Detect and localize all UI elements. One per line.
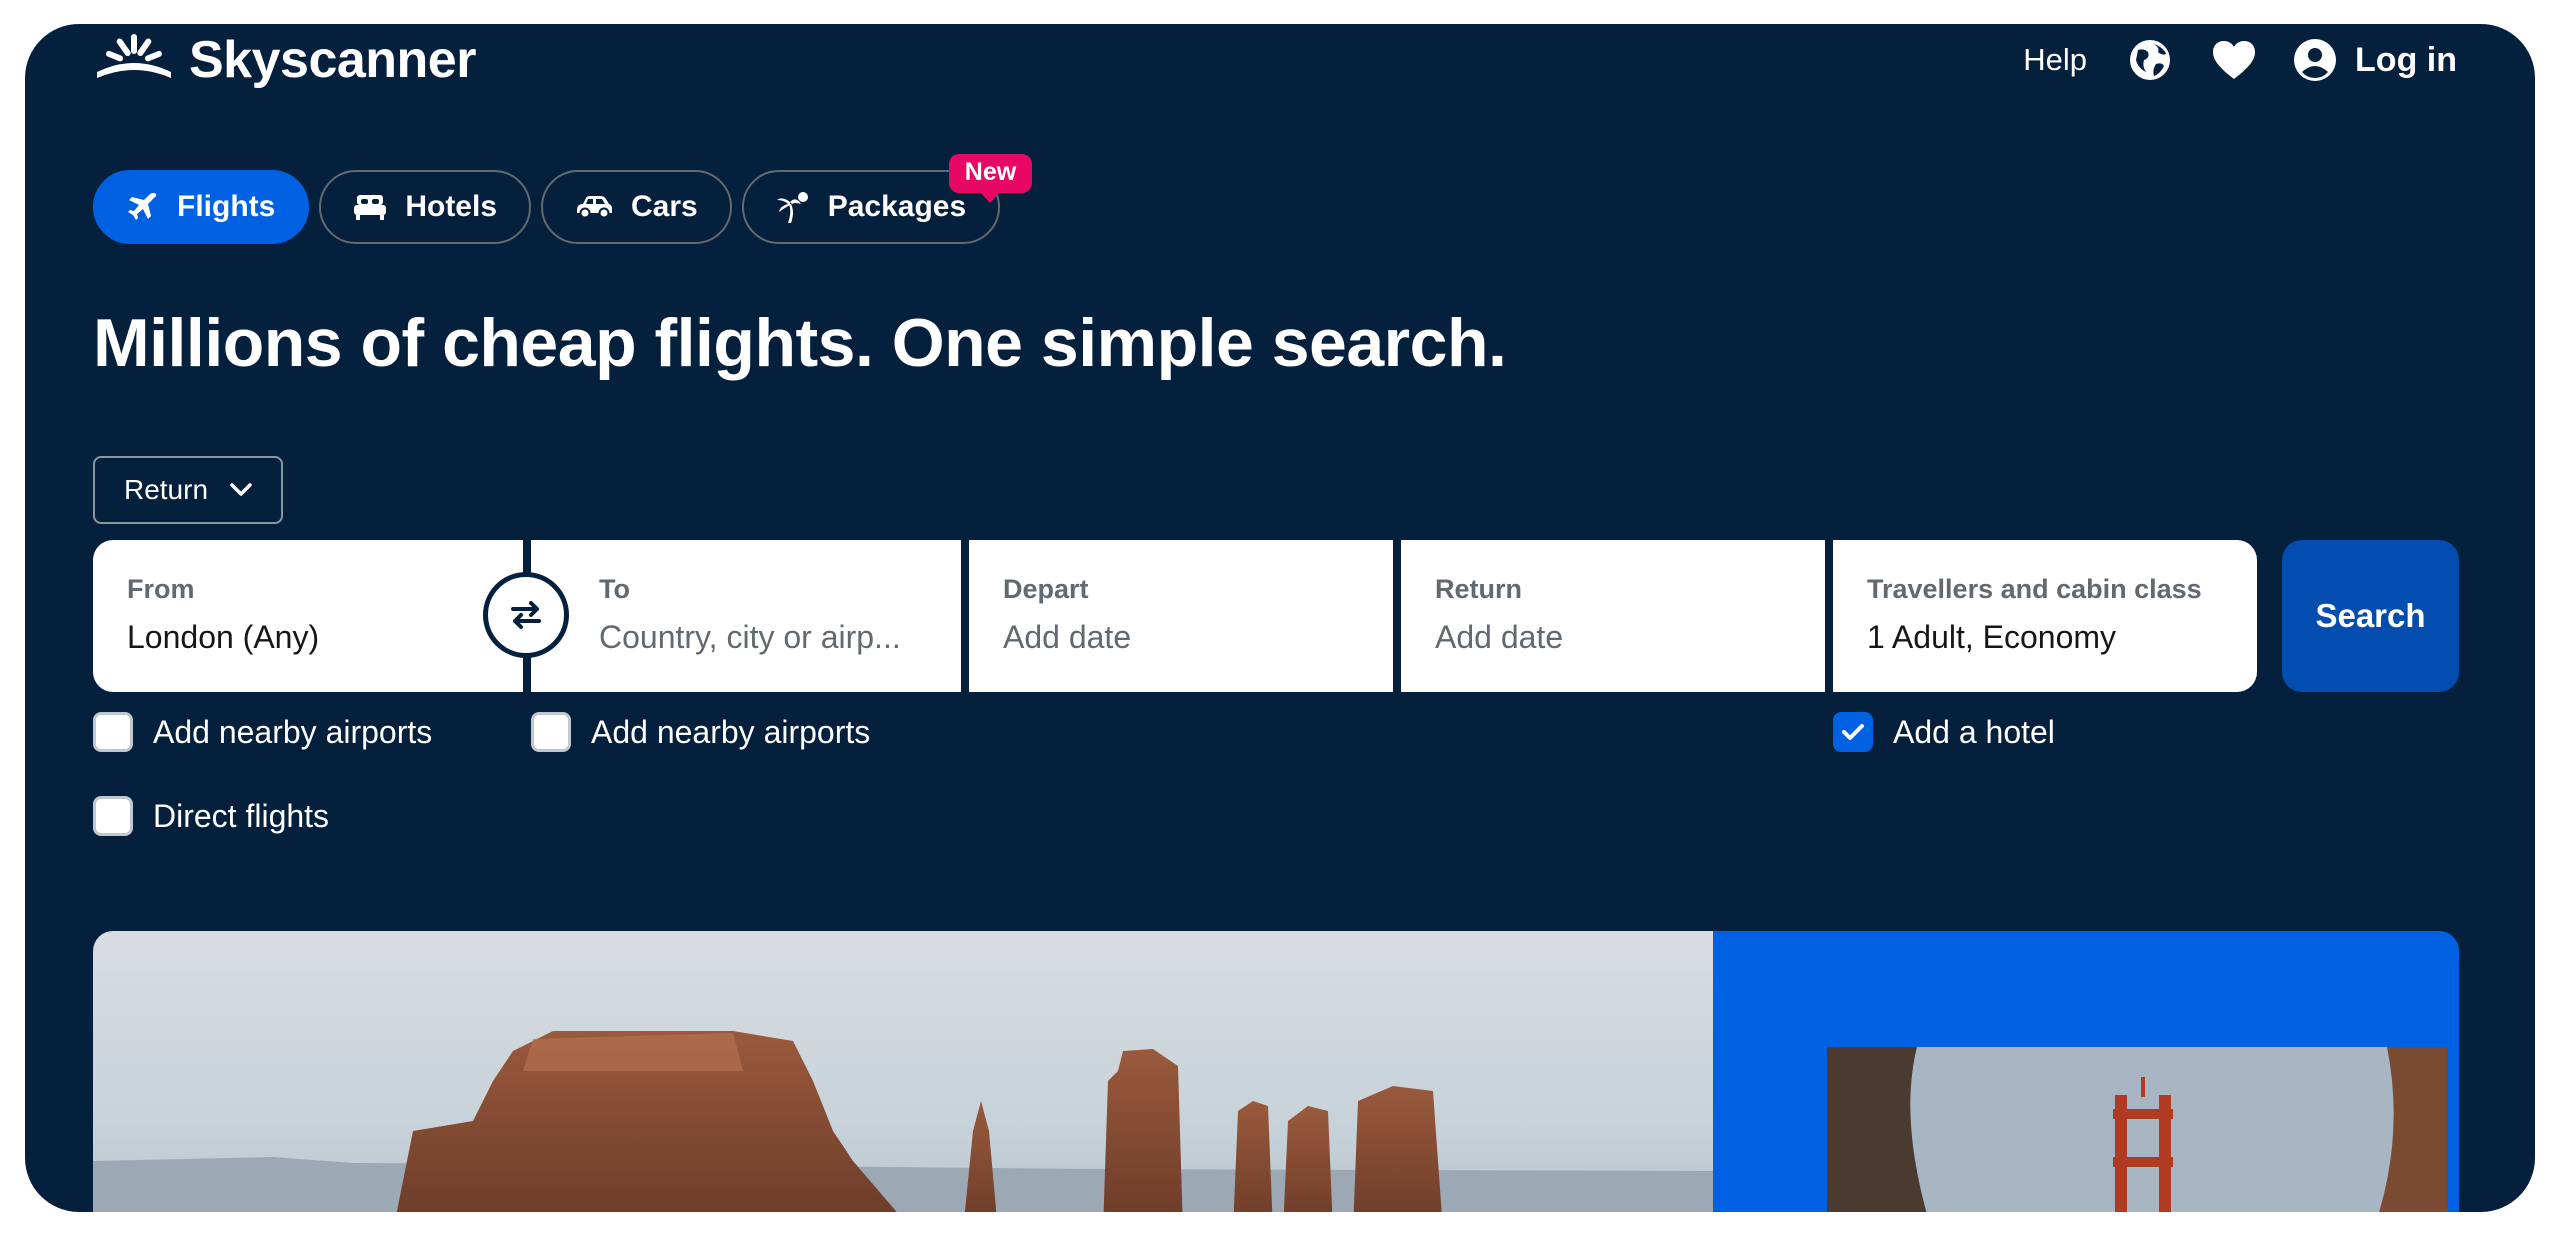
login-button[interactable]: Log in: [2293, 38, 2457, 82]
account-icon: [2294, 39, 2337, 81]
palm-tree-icon: [776, 192, 808, 223]
travellers-label: Travellers and cabin class: [1867, 574, 2202, 604]
search-button[interactable]: Search: [2282, 540, 2459, 692]
from-field[interactable]: From London (Any): [93, 540, 523, 692]
return-label: Return: [1435, 574, 1522, 604]
depart-label: Depart: [1003, 574, 1089, 604]
new-badge: New: [948, 154, 1033, 203]
to-input[interactable]: Country, city or airp...: [599, 619, 927, 656]
help-link[interactable]: Help: [2023, 42, 2087, 78]
bed-icon: [354, 195, 387, 220]
tab-cars[interactable]: Cars: [541, 170, 732, 244]
return-input[interactable]: Add date: [1435, 619, 1791, 656]
tab-packages[interactable]: Packages New: [741, 154, 1033, 244]
product-tabs: Flights Hotels Cars Packages New: [93, 154, 1033, 244]
swap-airports-button[interactable]: [483, 572, 569, 658]
login-label: Log in: [2355, 40, 2457, 79]
plane-icon: [128, 192, 157, 220]
from-nearby-airports-label: Add nearby airports: [153, 713, 433, 750]
header-actions: Help Log in: [2023, 32, 2457, 88]
direct-flights-label: Direct flights: [153, 797, 330, 834]
tab-packages-label: Packages: [827, 190, 967, 223]
to-nearby-airports-option[interactable]: Add nearby airports: [531, 712, 870, 752]
from-value[interactable]: London (Any): [127, 619, 489, 656]
page-title: Millions of cheap flights. One simple se…: [93, 305, 1507, 381]
tab-flights-label: Flights: [177, 190, 276, 223]
direct-flights-option[interactable]: Direct flights: [93, 796, 329, 836]
depart-input[interactable]: Add date: [1003, 619, 1359, 656]
checkbox[interactable]: [93, 796, 133, 836]
checkbox[interactable]: [531, 712, 571, 752]
to-nearby-airports-label: Add nearby airports: [591, 713, 871, 750]
add-hotel-option[interactable]: Add a hotel: [1833, 712, 2055, 752]
skyscanner-logo[interactable]: Skyscanner: [93, 30, 476, 90]
trip-type-value: Return: [123, 474, 209, 505]
heart-icon[interactable]: [2209, 35, 2259, 85]
to-field[interactable]: To Country, city or airp...: [531, 540, 961, 692]
tab-hotels-label: Hotels: [405, 190, 498, 223]
add-hotel-label: Add a hotel: [1893, 713, 2055, 750]
from-nearby-airports-option[interactable]: Add nearby airports: [93, 712, 432, 752]
return-field[interactable]: Return Add date: [1401, 540, 1825, 692]
globe-icon[interactable]: [2125, 35, 2175, 85]
car-icon: [577, 196, 613, 219]
golden-gate-bridge-image: [1827, 1047, 2447, 1212]
travellers-field[interactable]: Travellers and cabin class 1 Adult, Econ…: [1833, 540, 2257, 692]
travellers-value[interactable]: 1 Adult, Economy: [1867, 619, 2223, 656]
checkbox-checked[interactable]: [1833, 712, 1873, 752]
checkmark-icon: [1842, 724, 1864, 740]
hero-panel: Skyscanner Help Log in Flights Hotels Ca…: [25, 24, 2535, 1212]
from-label: From: [127, 574, 195, 604]
tab-hotels[interactable]: Hotels: [319, 170, 532, 244]
checkbox[interactable]: [93, 712, 133, 752]
promo-side-panel: [1713, 931, 2459, 1212]
tab-flights[interactable]: Flights: [93, 170, 310, 244]
monument-valley-image: [93, 931, 1713, 1212]
sunrise-logo-icon: [97, 34, 171, 78]
chevron-down-icon: [230, 483, 252, 496]
promo-banner[interactable]: [93, 931, 2459, 1212]
to-label: To: [599, 574, 630, 604]
tab-cars-label: Cars: [631, 190, 698, 223]
trip-type-select[interactable]: Return: [93, 456, 283, 524]
swap-arrows-icon: [511, 601, 541, 629]
depart-field[interactable]: Depart Add date: [969, 540, 1393, 692]
brand-name: Skyscanner: [189, 31, 476, 89]
